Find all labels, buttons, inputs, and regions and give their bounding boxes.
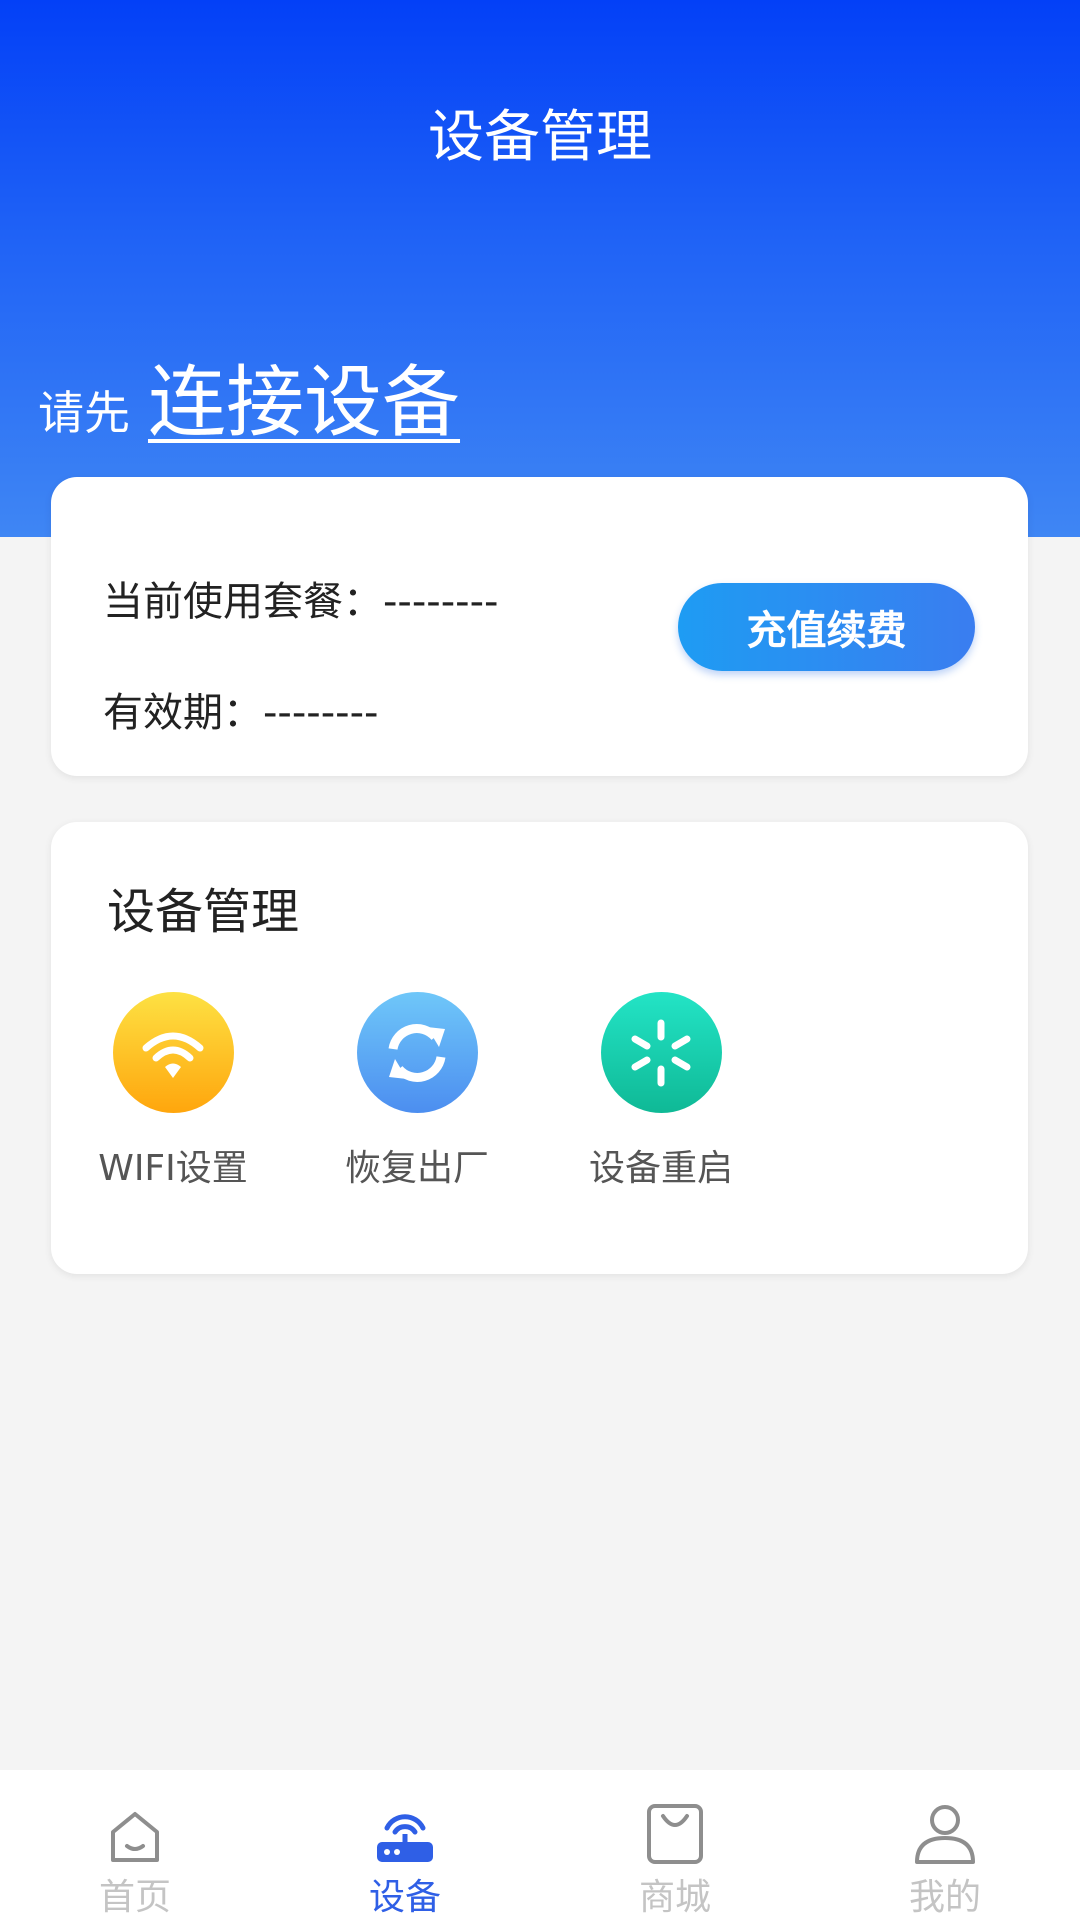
current-plan-text: 当前使用套餐：--------: [103, 579, 499, 625]
connect-prefix: 请先: [38, 386, 130, 440]
tab-device[interactable]: 设备: [270, 1770, 540, 1920]
restart-icon: [600, 992, 722, 1113]
connect-prompt: 请先 连接设备: [38, 340, 460, 452]
tab-shop[interactable]: 商城: [540, 1770, 810, 1920]
connect-device-link[interactable]: 连接设备: [148, 340, 460, 452]
plan-card: 当前使用套餐：-------- 有效期：-------- 充值续费: [51, 477, 1028, 776]
wifi-settings-button[interactable]: WIFI设置: [73, 992, 273, 1191]
wifi-icon: [112, 992, 234, 1113]
shopping-bag-icon: [645, 1796, 705, 1866]
page-title: 设备管理: [428, 105, 652, 170]
tab-mine[interactable]: 我的: [810, 1770, 1080, 1920]
validity-text: 有效期：--------: [103, 690, 379, 736]
device-restart-button[interactable]: 设备重启: [561, 992, 761, 1191]
tab-mine-label: 我的: [908, 1877, 981, 1918]
user-icon: [913, 1796, 977, 1866]
device-management-card: 设备管理 WIFI设置 恢复出厂 设备重启: [51, 822, 1028, 1274]
tab-home[interactable]: 首页: [0, 1770, 270, 1920]
wifi-settings-label: WIFI设置: [98, 1148, 248, 1189]
refresh-icon: [356, 992, 478, 1113]
section-title: 设备管理: [107, 884, 300, 940]
header-background: [0, 0, 1080, 537]
device-restart-label: 设备重启: [588, 1148, 733, 1189]
bottom-tab-bar: 首页 设备 商城 我的: [0, 1770, 1080, 1920]
recharge-button[interactable]: 充值续费: [678, 583, 975, 671]
tab-home-label: 首页: [98, 1877, 171, 1918]
home-icon: [105, 1796, 165, 1866]
tab-device-label: 设备: [368, 1877, 441, 1918]
factory-reset-button[interactable]: 恢复出厂: [317, 992, 517, 1191]
router-icon: [373, 1796, 437, 1866]
factory-reset-label: 恢复出厂: [344, 1148, 489, 1189]
tab-shop-label: 商城: [638, 1877, 711, 1918]
